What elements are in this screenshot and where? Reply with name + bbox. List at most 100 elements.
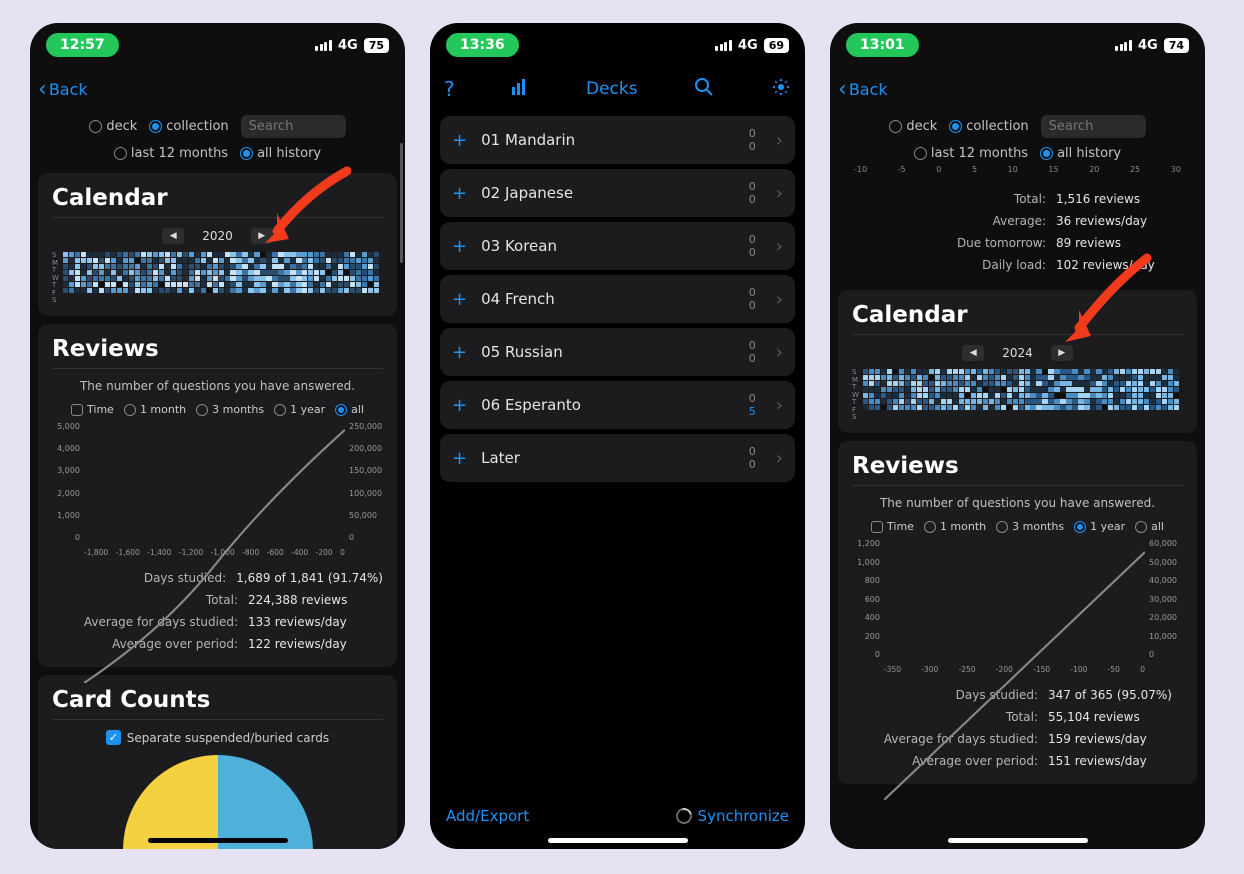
chip-all[interactable]: all — [335, 403, 364, 416]
deck-row[interactable]: +06 Esperanto05› — [440, 381, 795, 429]
radio-last-12-months[interactable]: last 12 months — [914, 146, 1028, 161]
chevron-right-icon: › — [776, 395, 783, 416]
deck-row[interactable]: +05 Russian00› — [440, 328, 795, 376]
filter-range-row: last 12 months all history — [30, 142, 405, 165]
page-title: Decks — [586, 79, 638, 99]
year-next-button[interactable]: ▶ — [251, 228, 273, 244]
deck-counts: 00 — [749, 339, 756, 365]
stat-row: Total:1,516 reviews — [844, 188, 1191, 210]
reviews-range-row: Time 1 month 3 months 1 year all — [852, 520, 1183, 533]
checkbox-icon: ✓ — [106, 730, 121, 745]
separate-suspended-checkbox[interactable]: ✓ Separate suspended/buried cards — [52, 730, 383, 745]
chip-1year[interactable]: 1 year — [274, 403, 325, 416]
back-button[interactable]: ‹ Back — [838, 77, 888, 102]
calendar-title: Calendar — [52, 185, 383, 218]
battery-level: 69 — [764, 38, 789, 53]
reviews-range-row: Time 1 month 3 months 1 year all — [52, 403, 383, 416]
chip-3months[interactable]: 3 months — [996, 520, 1064, 533]
status-time: 12:57 — [46, 33, 119, 57]
deck-list: +01 Mandarin00›+02 Japanese00›+03 Korean… — [430, 116, 805, 482]
signal-icon — [715, 40, 732, 51]
chevron-left-icon: ‹ — [38, 77, 47, 102]
nav-bar: ‹ Back — [30, 67, 405, 111]
chip-time[interactable]: Time — [871, 520, 914, 533]
reviews-chart: 5,0004,0003,0002,0001,0000 250,000200,00… — [52, 422, 383, 557]
expand-icon[interactable]: + — [452, 236, 467, 257]
deck-counts: 00 — [749, 180, 756, 206]
expand-icon[interactable]: + — [452, 183, 467, 204]
search-input[interactable] — [241, 115, 346, 138]
forecast-stats: Total:1,516 reviewsAverage:36 reviews/da… — [830, 188, 1205, 282]
filter-scope-row: deck collection — [830, 111, 1205, 142]
expand-icon[interactable]: + — [452, 342, 467, 363]
calendar-card: Calendar ◀ 2024 ▶ SMTWTFS — [838, 290, 1197, 433]
deck-row[interactable]: +03 Korean00› — [440, 222, 795, 270]
deck-name: 04 French — [481, 290, 735, 308]
synchronize-button[interactable]: Synchronize — [676, 807, 789, 825]
phone-left-stats-2020: 12:57 4G 75 ‹ Back deck collection last … — [30, 23, 405, 849]
radio-deck[interactable]: deck — [89, 119, 137, 134]
reviews-card: Reviews The number of questions you have… — [38, 324, 397, 667]
chip-3months[interactable]: 3 months — [196, 403, 264, 416]
status-bar: 13:01 4G 74 — [830, 23, 1205, 67]
home-indicator[interactable] — [948, 838, 1088, 843]
phone-middle-decks: 13:36 4G 69 ? Decks +01 Mandarin00›+02 J… — [430, 23, 805, 849]
help-icon[interactable]: ? — [444, 77, 455, 101]
chip-time[interactable]: Time — [71, 403, 114, 416]
expand-icon[interactable]: + — [452, 395, 467, 416]
phone-right-stats-2024: 13:01 4G 74 ‹ Back deck collection last … — [830, 23, 1205, 849]
chip-1year[interactable]: 1 year — [1074, 520, 1125, 533]
stat-row: Daily load:102 reviews/day — [844, 254, 1191, 276]
stats-icon[interactable] — [511, 79, 529, 99]
search-icon[interactable] — [694, 77, 714, 102]
search-input[interactable] — [1041, 115, 1146, 138]
radio-deck[interactable]: deck — [889, 119, 937, 134]
home-indicator[interactable] — [548, 838, 688, 843]
chevron-right-icon: › — [776, 236, 783, 257]
year-prev-button[interactable]: ◀ — [962, 345, 984, 361]
deck-row[interactable]: +02 Japanese00› — [440, 169, 795, 217]
calendar-title: Calendar — [852, 302, 1183, 335]
calendar-heatmap: SMTWTFS — [52, 252, 383, 304]
expand-icon[interactable]: + — [452, 289, 467, 310]
chip-1month[interactable]: 1 month — [924, 520, 986, 533]
reviews-card: Reviews The number of questions you have… — [838, 441, 1197, 784]
radio-collection[interactable]: collection — [949, 119, 1028, 134]
add-export-button[interactable]: Add/Export — [446, 807, 529, 825]
year-next-button[interactable]: ▶ — [1051, 345, 1073, 361]
deck-counts: 00 — [749, 233, 756, 259]
radio-collection[interactable]: collection — [149, 119, 228, 134]
expand-icon[interactable]: + — [452, 448, 467, 469]
deck-row[interactable]: +01 Mandarin00› — [440, 116, 795, 164]
chevron-right-icon: › — [776, 448, 783, 469]
deck-counts: 00 — [749, 127, 756, 153]
year-prev-button[interactable]: ◀ — [162, 228, 184, 244]
filter-scope-row: deck collection — [30, 111, 405, 142]
radio-all-history[interactable]: all history — [240, 146, 321, 161]
network-label: 4G — [738, 38, 758, 53]
top-bar: ? Decks — [430, 67, 805, 111]
chevron-right-icon: › — [776, 342, 783, 363]
chip-all[interactable]: all — [1135, 520, 1164, 533]
signal-icon — [1115, 40, 1132, 51]
deck-row[interactable]: +Later00› — [440, 434, 795, 482]
reviews-subtitle: The number of questions you have answere… — [852, 496, 1183, 510]
stat-row: Due tomorrow:89 reviews — [844, 232, 1191, 254]
chip-1month[interactable]: 1 month — [124, 403, 186, 416]
radio-last-12-months[interactable]: last 12 months — [114, 146, 228, 161]
deck-name: 01 Mandarin — [481, 131, 735, 149]
radio-all-history[interactable]: all history — [1040, 146, 1121, 161]
expand-icon[interactable]: + — [452, 130, 467, 151]
scrollbar[interactable] — [400, 123, 403, 353]
deck-row[interactable]: +04 French00› — [440, 275, 795, 323]
settings-icon[interactable] — [771, 77, 791, 102]
deck-counts: 00 — [749, 286, 756, 312]
chevron-left-icon: ‹ — [838, 77, 847, 102]
calendar-card: Calendar ◀ 2020 ▶ SMTWTFS — [38, 173, 397, 316]
deck-name: 02 Japanese — [481, 184, 735, 202]
home-indicator[interactable] — [148, 838, 288, 843]
deck-name: 06 Esperanto — [481, 396, 735, 414]
deck-name: Later — [481, 449, 735, 467]
reviews-subtitle: The number of questions you have answere… — [52, 379, 383, 393]
back-button[interactable]: ‹ Back — [38, 77, 88, 102]
